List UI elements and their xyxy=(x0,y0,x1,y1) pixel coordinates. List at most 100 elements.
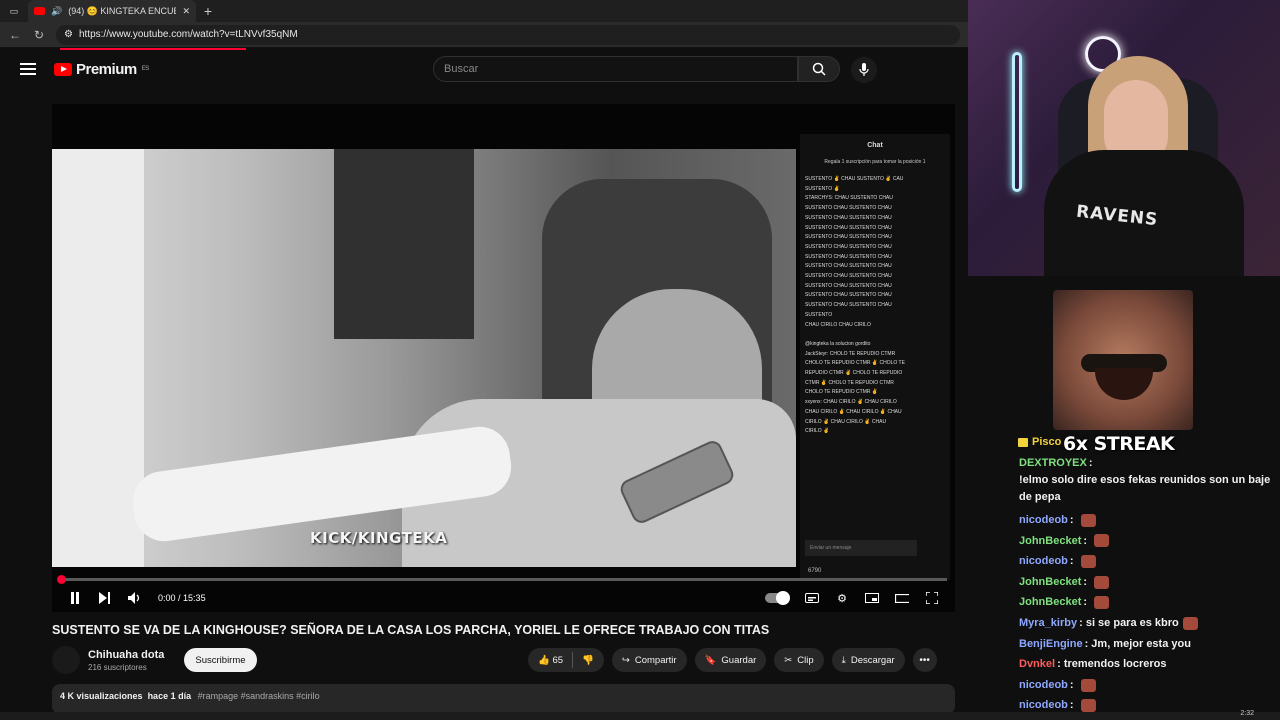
chat-message: nicodeob : xyxy=(1019,510,1274,531)
gear-icon: ⚙ xyxy=(837,592,847,605)
stream-chat-line: SUSTENTO CHAU SUSTENTO CHAU xyxy=(805,243,892,250)
stream-chat-line: SUSTENTO CHAU SUSTENTO CHAU xyxy=(805,263,892,270)
stream-chat-line: SUSTENTO ✌ CHAU SUSTENTO ✌ CAU xyxy=(805,176,904,182)
chat-username[interactable]: BenjiEngine xyxy=(1019,634,1083,655)
stream-chat-header: Chat xyxy=(867,142,883,149)
logo-text: Premium xyxy=(76,60,137,78)
subscriber-count: 216 suscriptores xyxy=(88,662,147,672)
chat-emote-icon xyxy=(1080,699,1096,713)
chat-username[interactable]: JohnBecket xyxy=(1019,572,1081,593)
stream-chat-line: CIRILO ✌ xyxy=(805,428,830,435)
settings-button[interactable]: ⚙ xyxy=(835,591,849,605)
meme-image xyxy=(1053,290,1193,430)
menu-icon[interactable] xyxy=(20,63,36,75)
tab-bar: ▭ 🔊 (94) 😊 KINGTEKA ENCUENT ✕ + xyxy=(0,0,968,22)
time-total: 15:35 xyxy=(183,593,206,603)
chat-username[interactable]: Myra_kirby xyxy=(1019,613,1077,634)
taskbar: 2:32 xyxy=(0,710,1280,720)
scene-wardrobe xyxy=(334,149,474,339)
chat-emote-icon xyxy=(1094,575,1110,589)
miniplayer-icon xyxy=(865,593,879,603)
meme-mouth xyxy=(1095,368,1153,400)
avatar[interactable] xyxy=(52,646,80,674)
next-button[interactable] xyxy=(98,591,112,605)
chat-text: si se para es kbro xyxy=(1085,616,1179,629)
chat-message: Myra_kirby : si se para es kbro xyxy=(1019,613,1274,634)
new-tab-button[interactable]: + xyxy=(196,3,220,19)
search-input[interactable]: Buscar xyxy=(433,56,798,82)
chat-username[interactable]: JohnBecket xyxy=(1019,531,1081,552)
stream-viewer-count: 6790 xyxy=(808,568,822,574)
save-label: Guardar xyxy=(721,654,757,666)
site-info-icon[interactable]: ⚙ xyxy=(64,29,73,40)
progress-bar[interactable] xyxy=(57,575,947,584)
chat-message: BenjiEngine : Jm, mejor esta you xyxy=(1019,634,1274,655)
tab-youtube[interactable]: 🔊 (94) 😊 KINGTEKA ENCUENT ✕ xyxy=(28,0,196,22)
neon-light-decor xyxy=(1012,52,1022,192)
scrubber-handle[interactable] xyxy=(57,575,66,584)
share-button[interactable]: ↪ Compartir xyxy=(611,648,687,672)
speaker-icon[interactable]: 🔊 xyxy=(51,6,62,17)
dislike-button[interactable]: 👎 xyxy=(582,655,594,666)
share-icon: ↪ xyxy=(621,654,630,666)
window-menu-icon[interactable]: ▭ xyxy=(0,6,28,17)
stream-chat-line: CHAU CIRILO CHAU CIRILO xyxy=(805,321,871,328)
video-watermark: KICK/KINGTEKA xyxy=(310,529,448,547)
chat-username[interactable]: DEXTROYEX xyxy=(1019,455,1087,472)
thumbs-up-icon: 👍 xyxy=(538,654,550,666)
volume-button[interactable] xyxy=(128,591,142,605)
clip-button[interactable]: ✂ Clip xyxy=(774,648,824,672)
time-current: 0:00 xyxy=(158,593,176,603)
more-actions-button[interactable]: ••• xyxy=(912,648,937,672)
fullscreen-button[interactable] xyxy=(925,591,939,605)
thumbs-down-icon: 👎 xyxy=(582,654,594,666)
chat-message: DEXTROYEX : !elmo solo dire esos fekas r… xyxy=(1019,455,1274,510)
stream-chat-line: CIRILO ✌ CHAU CIRILO ✌ CHAU xyxy=(805,418,887,425)
stream-chat-line: SUSTENTO CHAU SUSTENTO CHAU xyxy=(805,214,892,221)
chat-colon: : xyxy=(1079,616,1086,629)
chat-username[interactable]: Dvnkel xyxy=(1019,654,1055,675)
channel-name[interactable]: Chihuaha dota xyxy=(88,649,164,661)
chat-colon: : xyxy=(1083,534,1091,547)
close-tab-icon[interactable]: ✕ xyxy=(182,6,190,17)
microphone-icon xyxy=(859,63,869,76)
hashtags[interactable]: #rampage #sandraskins #cirilo xyxy=(198,691,320,701)
subscribe-button[interactable]: Suscribirme xyxy=(184,648,257,672)
chat-colon: : xyxy=(1083,596,1091,609)
search-button[interactable] xyxy=(798,56,840,82)
stream-chat-line: SUSTENTO CHAU SUSTENTO CHAU xyxy=(805,234,892,241)
save-button[interactable]: 🔖 Guardar xyxy=(694,648,767,672)
chat-colon: : xyxy=(1069,555,1077,568)
more-icon: ••• xyxy=(919,654,930,666)
channel-owner: Chihuaha dota 216 suscriptores Suscribir… xyxy=(52,646,257,674)
pause-button[interactable] xyxy=(68,591,82,605)
chat-username[interactable]: nicodeob xyxy=(1019,551,1068,572)
reload-icon[interactable]: ↻ xyxy=(32,28,46,42)
video-player[interactable]: KICK/KINGTEKA Chat Regala 1 suscripción … xyxy=(52,104,955,612)
youtube-logo[interactable]: Premium ES xyxy=(54,61,149,78)
stream-chat-line: SUSTENTO ✌ xyxy=(805,185,840,192)
theater-mode-button[interactable] xyxy=(895,591,909,605)
like-button[interactable]: 👍 65 xyxy=(538,655,563,666)
chat-username[interactable]: JohnBecket xyxy=(1019,592,1081,613)
stream-chat-line: SUSTENTO CHAU SUSTENTO CHAU xyxy=(805,302,892,309)
autoplay-toggle[interactable] xyxy=(765,591,790,605)
chat-top-line: Pisco xyxy=(1018,436,1061,448)
chat-colon: : xyxy=(1088,457,1096,469)
voice-search-button[interactable] xyxy=(851,57,877,83)
chat-emote-icon xyxy=(1080,554,1096,568)
chat-message: JohnBecket : xyxy=(1019,592,1274,613)
miniplayer-button[interactable] xyxy=(865,591,879,605)
download-button[interactable]: ⤓ Descargar xyxy=(831,648,905,672)
browser-window: ▭ 🔊 (94) 😊 KINGTEKA ENCUENT ✕ + ← ↻ ⚙ ht… xyxy=(0,0,968,720)
back-icon[interactable]: ← xyxy=(8,28,22,42)
live-chat-messages: DEXTROYEX : !elmo solo dire esos fekas r… xyxy=(1019,455,1274,720)
subtitles-button[interactable] xyxy=(805,591,819,605)
chat-username[interactable]: nicodeob xyxy=(1019,510,1068,531)
upload-date: hace 1 día xyxy=(147,691,192,701)
view-count: 4 K visualizaciones xyxy=(60,691,143,701)
chat-username[interactable]: nicodeob xyxy=(1019,675,1068,696)
stream-chat-input: Enviar un mensaje xyxy=(805,540,917,556)
description-box[interactable]: 4 K visualizaciones hace 1 día #rampage … xyxy=(52,684,955,714)
url-field[interactable]: ⚙ https://www.youtube.com/watch?v=tLNVvf… xyxy=(56,24,960,45)
